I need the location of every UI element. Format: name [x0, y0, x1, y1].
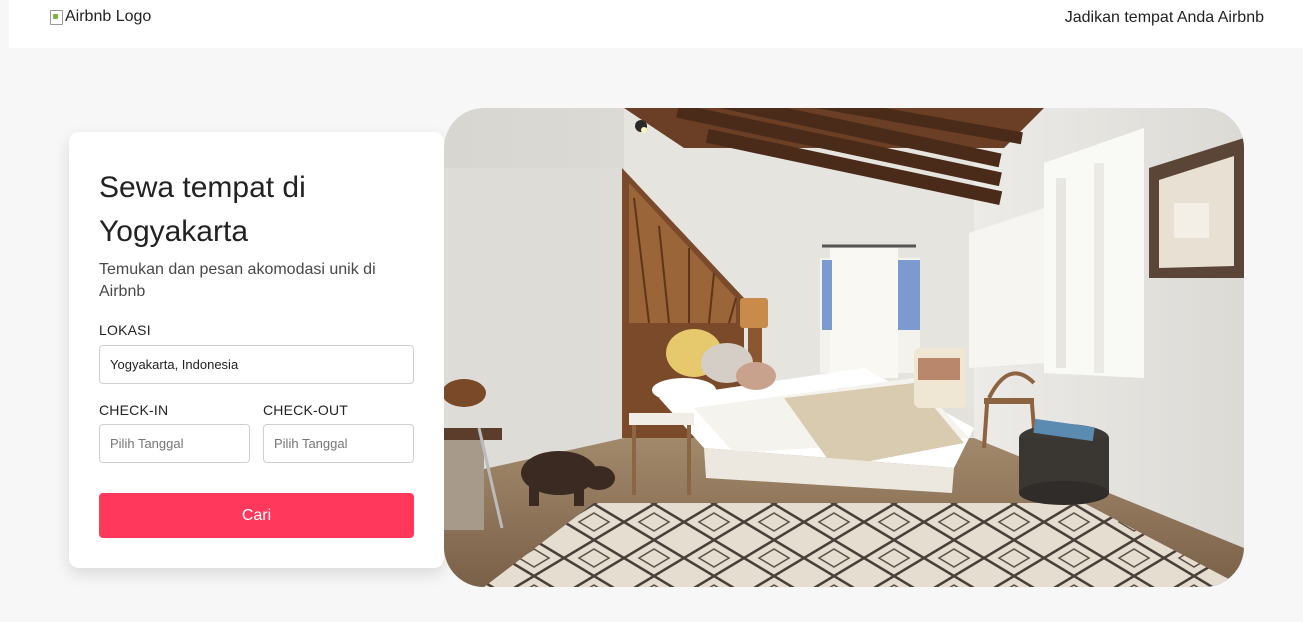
search-button[interactable]: Cari: [99, 493, 414, 538]
top-header: Airbnb Logo Jadikan tempat Anda Airbnb: [9, 0, 1303, 48]
airbnb-logo[interactable]: Airbnb Logo: [49, 8, 151, 26]
location-label: LOKASI: [99, 322, 151, 338]
checkin-label: CHECK-IN: [99, 402, 169, 418]
become-host-link[interactable]: Jadikan tempat Anda Airbnb: [1065, 9, 1264, 27]
page-title: Sewa tempat di Yogyakarta: [99, 171, 306, 248]
location-input[interactable]: [99, 345, 414, 384]
search-card: Sewa tempat di Yogyakarta Temukan dan pe…: [69, 132, 444, 568]
bedroom-illustration: [444, 108, 1244, 587]
checkout-label: CHECK-OUT: [263, 402, 349, 418]
checkin-date-input[interactable]: [99, 424, 250, 463]
checkout-date-input[interactable]: [263, 424, 414, 463]
logo-alt-text: Airbnb Logo: [65, 8, 152, 25]
broken-image-icon: [49, 9, 63, 25]
page-subtitle: Temukan dan pesan akomodasi unik di Airb…: [99, 261, 376, 300]
hero-image: [444, 108, 1244, 587]
